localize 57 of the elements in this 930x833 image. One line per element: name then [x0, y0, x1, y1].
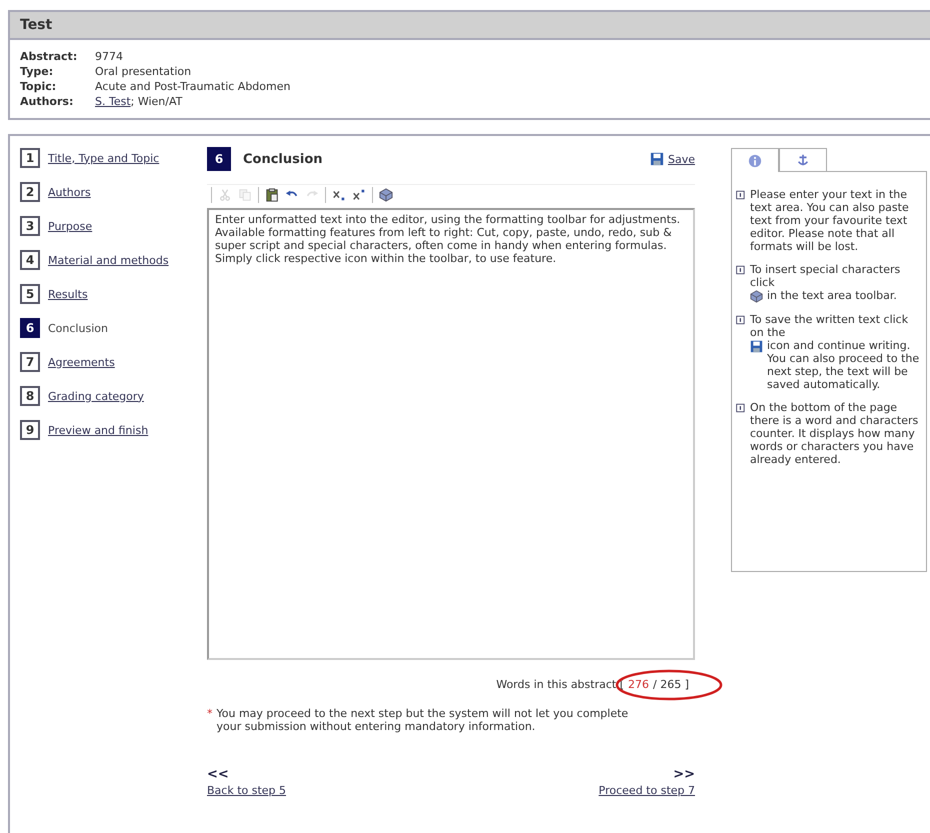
step-number: 2 — [20, 182, 40, 202]
step-link[interactable]: Purpose — [48, 220, 92, 232]
field-label: Type: — [20, 65, 54, 78]
step-link[interactable]: Material and methods — [48, 254, 169, 266]
field-value: Oral presentation — [95, 65, 192, 78]
cube-icon[interactable] — [379, 188, 393, 202]
step-link[interactable]: Results — [48, 288, 88, 300]
info-box-icon — [736, 265, 746, 275]
back-link[interactable]: Back to step 5 — [207, 784, 286, 797]
required-mark: * — [207, 707, 212, 722]
superscript-icon[interactable] — [352, 188, 366, 202]
section-title: Conclusion — [243, 152, 324, 166]
arrow-icon[interactable]: << — [207, 767, 286, 782]
author-link[interactable]: S. Test — [95, 95, 131, 108]
help-text: Please enter your text in the text area. You can also paste text from your favourite text editor. Please note that all formats will be lost. — [750, 188, 910, 253]
step-number: 7 — [20, 352, 40, 372]
field-label: Authors: — [20, 95, 74, 108]
info-icon — [748, 154, 762, 168]
info-box-icon — [736, 315, 746, 325]
help-text: icon and continue writing. You can also proceed to the next step, the text will be saved automatically. — [767, 339, 920, 391]
info-box-icon — [736, 190, 746, 200]
step-number: 4 — [20, 250, 40, 270]
step-number: 6 — [20, 318, 40, 338]
text-editor[interactable]: Enter unformatted text into the editor, using the formatting toolbar for adjustments. Available formatting features from left to right: Cut, copy, paste, undo, redo, sub & super script and special characters, often come in handy when entering formulas. Simply click respective icon within the toolbar, to use feature. — [207, 208, 695, 660]
help-text: On the bottom of the page there is a word and characters counter. It displays how many words or characters you have already entered. — [750, 401, 920, 466]
step-link[interactable]: Conclusion — [48, 322, 108, 334]
subscript-icon[interactable] — [332, 188, 346, 202]
word-limit: / 265 ] — [653, 678, 689, 691]
help-tab[interactable] — [731, 148, 779, 172]
step-number: 9 — [20, 420, 40, 440]
arrow-icon[interactable]: >> — [673, 767, 695, 782]
anchor-icon — [796, 153, 810, 167]
step-link[interactable]: Agreements — [48, 356, 115, 368]
step-link[interactable]: Preview and finish — [48, 424, 148, 436]
help-tab[interactable] — [779, 148, 827, 172]
notice-text: You may proceed to the next step but the system will not let you complete your submission without entering mandatory information. — [216, 707, 630, 733]
step-link[interactable]: Title, Type and Topic — [48, 152, 160, 164]
page-title: Test — [10, 12, 930, 40]
step-link[interactable]: Grading category — [48, 390, 144, 402]
word-count: 276 — [628, 678, 649, 691]
field-value: 9774 — [95, 50, 123, 63]
field-value: Acute and Post-Traumatic Abdomen — [95, 80, 290, 93]
step-number: 3 — [20, 216, 40, 236]
step-number: 6 — [207, 147, 231, 171]
help-text: in the text area toolbar. — [767, 289, 897, 302]
cube-icon — [750, 290, 763, 303]
author-affiliation: ; Wien/AT — [130, 95, 182, 108]
clipboard-icon[interactable] — [265, 188, 279, 202]
proceed-link[interactable]: Proceed to step 7 — [598, 784, 695, 797]
info-box-icon — [736, 403, 746, 413]
step-number: 5 — [20, 284, 40, 304]
step-number: 1 — [20, 148, 40, 168]
field-label: Abstract: — [20, 50, 78, 63]
field-label: Topic: — [20, 80, 58, 93]
save-link[interactable]: Save — [650, 152, 695, 166]
step-link[interactable]: Authors — [48, 186, 91, 198]
step-number: 8 — [20, 386, 40, 406]
